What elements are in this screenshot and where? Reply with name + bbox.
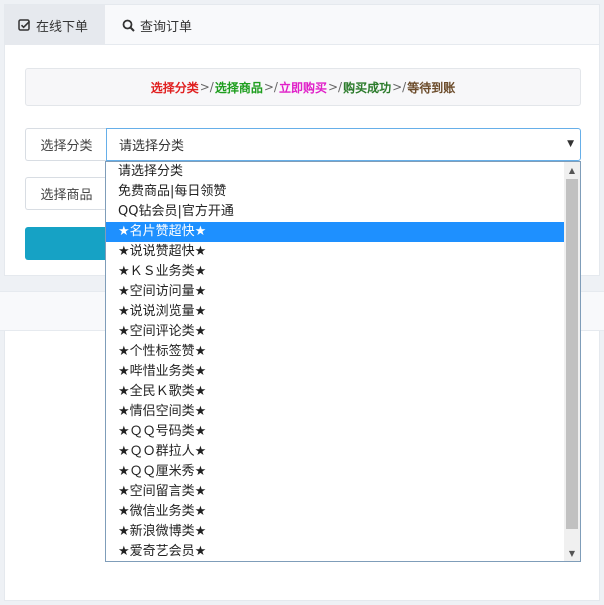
category-option[interactable]: ★哔惜业务类★ [106, 362, 565, 382]
category-option[interactable]: ★ＱＱ号码类★ [106, 422, 565, 442]
product-label: 选择商品 [25, 177, 107, 210]
category-option[interactable]: QQ钻会员|官方开通 [106, 202, 565, 222]
category-select-value: 请选择分类 [119, 139, 185, 154]
dropdown-scrollbar[interactable]: ▲ ▼ [564, 162, 580, 561]
category-dropdown[interactable]: 请选择分类 免费商品|每日领赞 QQ钻会员|官方开通 ★名片赞超快★ ★说说赞超快★ ★Ｋ… [105, 161, 581, 562]
category-option[interactable]: 请选择分类 [106, 162, 565, 182]
scroll-thumb[interactable] [566, 179, 578, 529]
category-option[interactable]: ★情侣空间类★ [106, 402, 565, 422]
step-label: 选择分类 [150, 80, 199, 95]
search-icon [121, 18, 135, 32]
category-options: 请选择分类 免费商品|每日领赞 QQ钻会员|官方开通 ★名片赞超快★ ★说说赞超快★ ★Ｋ… [106, 162, 565, 561]
category-option[interactable]: ★ＫＳ业务类★ [106, 262, 565, 282]
step-label: 选择商品 [214, 80, 263, 95]
category-row: 选择分类 请选择分类 ▼ [25, 128, 581, 161]
category-option[interactable]: ★空间访问量★ [106, 282, 565, 302]
category-option[interactable]: ★爱奇艺会员★ [106, 542, 565, 561]
tab-label: 在线下单 [36, 19, 89, 35]
step-label: 立即购买 [278, 80, 327, 95]
tab-online-order[interactable]: 在线下单 [5, 5, 105, 45]
category-select[interactable]: 请选择分类 ▼ [106, 128, 581, 161]
category-option[interactable]: ★说说赞超快★ [106, 242, 565, 262]
purchase-steps: 选择分类 >/选择商品 >/立即购买 >/购买成功 >/等待到账 [25, 68, 581, 106]
scroll-up-icon[interactable]: ▲ [564, 162, 580, 178]
category-option[interactable]: ★名片赞超快★ [106, 222, 565, 242]
category-option[interactable]: ★新浪微博类★ [106, 522, 565, 542]
category-option[interactable]: ★全民Ｋ歌类★ [106, 382, 565, 402]
scroll-down-icon[interactable]: ▼ [564, 545, 580, 561]
step-separator: >/ [328, 80, 343, 94]
step-label: 等待到账 [407, 80, 456, 95]
category-option[interactable]: ★说说浏览量★ [106, 302, 565, 322]
step-label: 购买成功 [343, 80, 392, 95]
category-option[interactable]: ★个性标签赞★ [106, 342, 565, 362]
step-separator: >/ [199, 80, 214, 94]
category-option[interactable]: 免费商品|每日领赞 [106, 182, 565, 202]
step-separator: >/ [263, 80, 278, 94]
submit-button[interactable] [25, 227, 107, 260]
check-square-icon [17, 18, 31, 32]
category-label: 选择分类 [25, 128, 107, 161]
category-option[interactable]: ★空间留言类★ [106, 482, 565, 502]
chevron-down-icon: ▼ [567, 139, 574, 149]
tab-label: 查询订单 [140, 19, 193, 35]
category-option[interactable]: ★ＱＯ群拉人★ [106, 442, 565, 462]
category-option[interactable]: ★ＱＱ厘米秀★ [106, 462, 565, 482]
step-separator: >/ [392, 80, 407, 94]
tab-query-order[interactable]: 查询订单 [109, 5, 204, 45]
category-option[interactable]: ★空间评论类★ [106, 322, 565, 342]
tab-bar: 在线下单 查询订单 [5, 5, 599, 45]
category-option[interactable]: ★微信业务类★ [106, 502, 565, 522]
